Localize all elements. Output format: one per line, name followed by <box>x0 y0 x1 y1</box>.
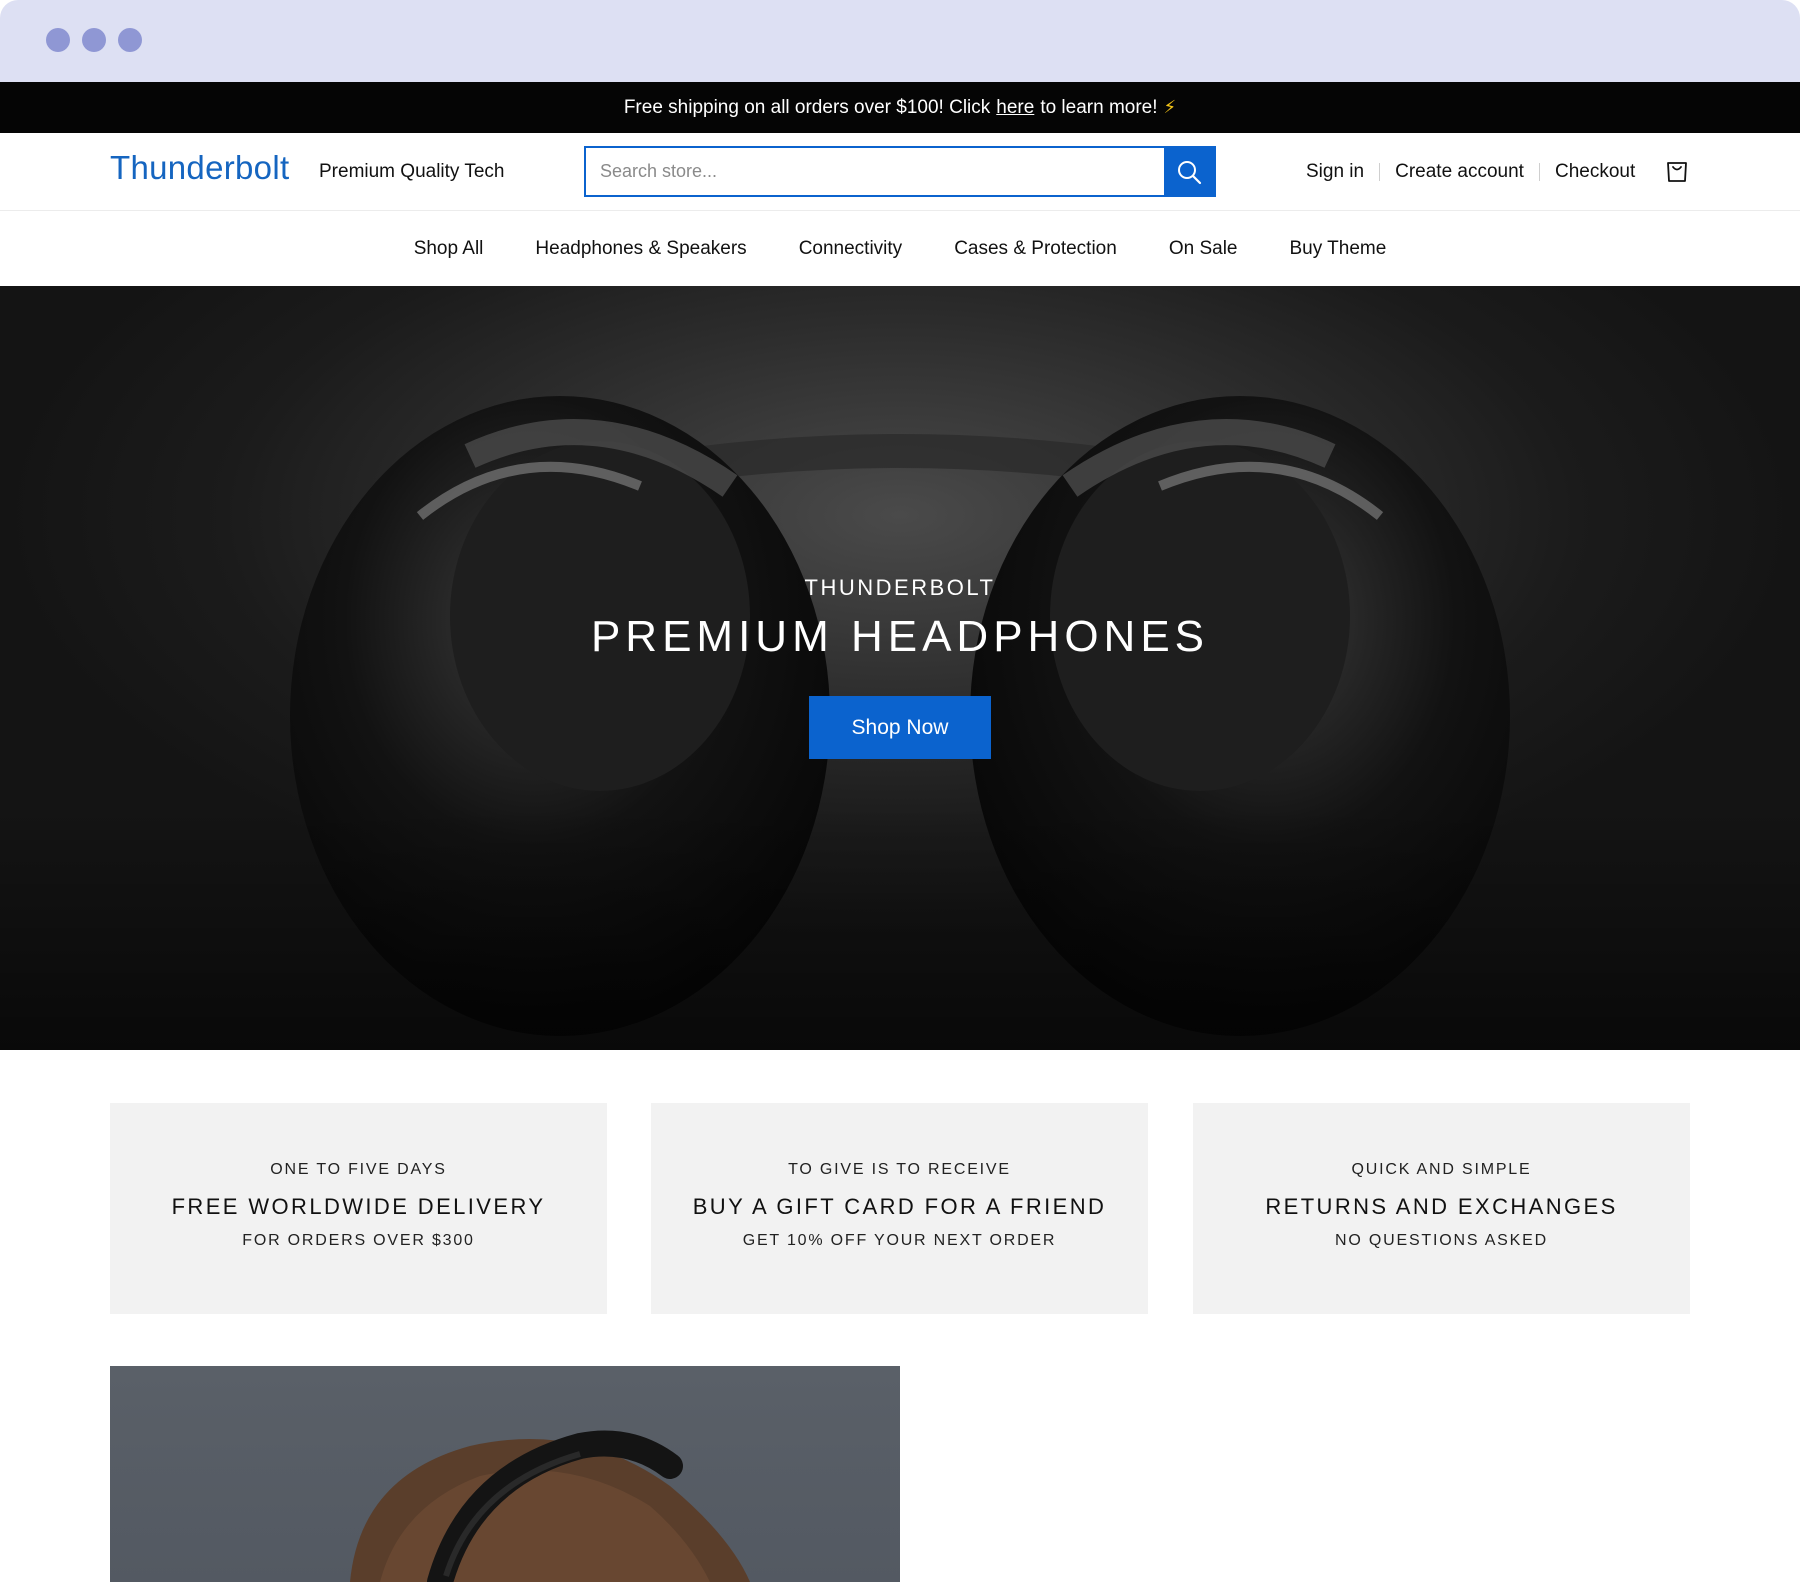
nav-connectivity[interactable]: Connectivity <box>799 238 903 260</box>
feature-card-delivery[interactable]: ONE TO FIVE DAYS FREE WORLDWIDE DELIVERY… <box>110 1103 607 1314</box>
nav-on-sale[interactable]: On Sale <box>1169 238 1238 260</box>
sign-in-link[interactable]: Sign in <box>1306 161 1364 183</box>
feature-card-returns[interactable]: QUICK AND SIMPLE RETURNS AND EXCHANGES N… <box>1193 1103 1690 1314</box>
divider <box>1379 163 1381 181</box>
announcement-suffix: to learn more! <box>1040 96 1158 118</box>
hero-subtitle: THUNDERBOLT <box>804 575 996 600</box>
search-bar <box>584 146 1216 197</box>
main-navigation: Shop All Headphones & Speakers Connectiv… <box>0 211 1800 286</box>
announcement-prefix: Free shipping on all orders over $100! C… <box>623 96 991 118</box>
announcement-link[interactable]: here <box>996 97 1034 119</box>
headphones-hero-image <box>0 396 1800 1050</box>
search-input[interactable] <box>586 148 1164 195</box>
cart-icon[interactable] <box>1663 157 1691 185</box>
promo-image[interactable] <box>110 1366 900 1582</box>
feature-subtitle: GET 10% OFF YOUR NEXT ORDER <box>742 1232 1057 1249</box>
feature-kicker: TO GIVE IS TO RECEIVE <box>788 1161 1011 1178</box>
person-with-headphones-image <box>350 1430 750 1582</box>
feature-title: FREE WORLDWIDE DELIVERY <box>171 1194 546 1219</box>
window-maximize-dot[interactable] <box>118 28 142 52</box>
search-button[interactable] <box>1164 148 1214 195</box>
checkout-link[interactable]: Checkout <box>1555 161 1635 183</box>
create-account-link[interactable]: Create account <box>1395 161 1524 183</box>
feature-card-gift-card[interactable]: TO GIVE IS TO RECEIVE BUY A GIFT CARD FO… <box>651 1103 1148 1314</box>
search-icon <box>1178 160 1202 184</box>
hero-title: PREMIUM HEADPHONES <box>590 612 1210 661</box>
announcement-bar: Free shipping on all orders over $100! C… <box>0 82 1800 133</box>
shop-now-button[interactable]: Shop Now <box>809 696 991 759</box>
window-close-dot[interactable] <box>46 28 70 52</box>
feature-subtitle: FOR ORDERS OVER $300 <box>242 1232 475 1249</box>
feature-kicker: QUICK AND SIMPLE <box>1351 1161 1532 1178</box>
account-links: Sign in Create account Checkout <box>1306 161 1635 183</box>
window-minimize-dot[interactable] <box>82 28 106 52</box>
window-title-bar <box>0 0 1800 82</box>
divider <box>1538 163 1540 181</box>
feature-kicker: ONE TO FIVE DAYS <box>270 1161 447 1178</box>
site-header: Thunderbolt Premium Quality Tech Sign in… <box>0 133 1800 211</box>
feature-title: RETURNS AND EXCHANGES <box>1265 1194 1618 1219</box>
store-logo[interactable]: Thunderbolt <box>110 149 289 187</box>
feature-title: BUY A GIFT CARD FOR A FRIEND <box>692 1194 1107 1219</box>
feature-subtitle: NO QUESTIONS ASKED <box>1335 1232 1548 1249</box>
store-tagline: Premium Quality Tech <box>319 161 505 182</box>
nav-shop-all[interactable]: Shop All <box>414 238 484 260</box>
hero-banner: THUNDERBOLT PREMIUM HEADPHONES Shop Now <box>0 286 1800 1050</box>
lightning-bolt-icon: ⚡ <box>1163 97 1177 117</box>
nav-buy-theme[interactable]: Buy Theme <box>1289 238 1386 260</box>
nav-headphones-speakers[interactable]: Headphones & Speakers <box>535 238 746 260</box>
nav-cases-protection[interactable]: Cases & Protection <box>954 238 1117 260</box>
